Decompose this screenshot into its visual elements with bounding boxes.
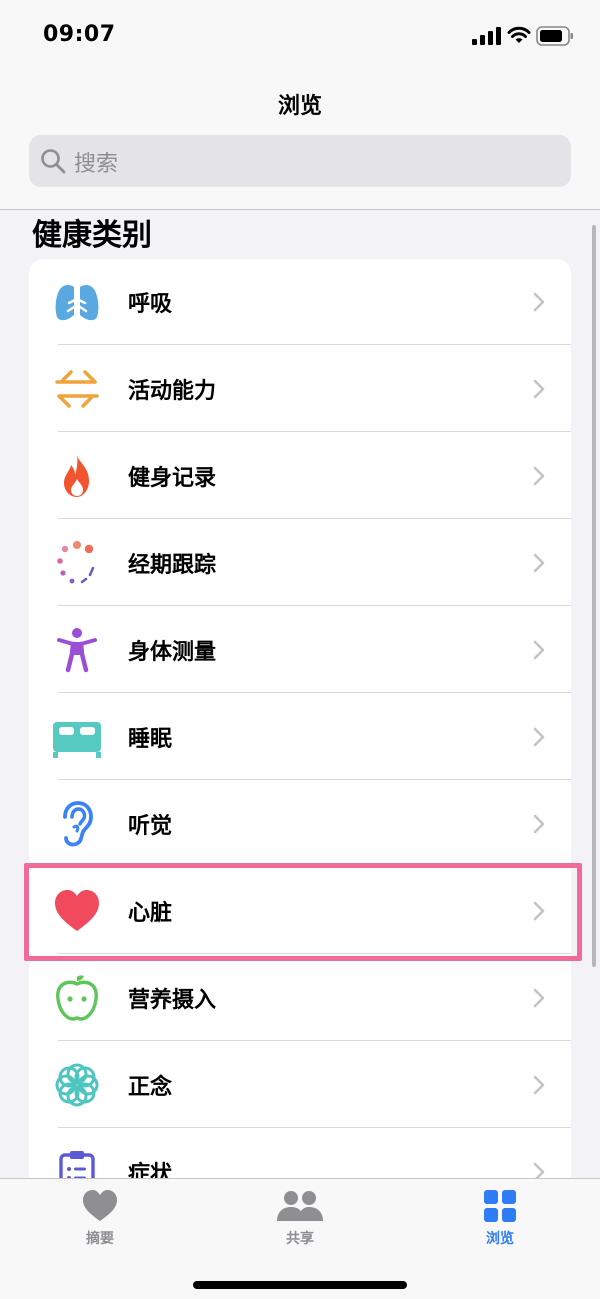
category-label: 正念 — [128, 1075, 173, 1100]
category-label: 听觉 — [128, 814, 173, 839]
category-row-workouts[interactable]: 健身记录 — [29, 433, 571, 519]
tab-summary[interactable]: 摘要 — [0, 1179, 200, 1259]
grid-icon — [484, 1190, 516, 1222]
category-label: 经期跟踪 — [128, 553, 217, 578]
tab-sharing[interactable]: 共享 — [200, 1179, 400, 1259]
category-row-cycle-tracking[interactable]: 经期跟踪 — [29, 520, 571, 606]
search-icon — [41, 149, 66, 174]
chevron-right-icon — [533, 379, 545, 399]
category-list: 呼吸 活动能力 健身记录 经期跟踪 身体测量 睡眠 听觉 心脏 营养摄入 正念 … — [29, 259, 571, 1219]
chevron-right-icon — [533, 1075, 545, 1095]
search-placeholder: 搜索 — [74, 152, 119, 177]
chevron-right-icon — [533, 553, 545, 573]
chevron-right-icon — [533, 292, 545, 312]
ear-icon — [63, 801, 93, 847]
row-separator — [58, 692, 571, 693]
apple-icon — [56, 975, 98, 1021]
category-row-body-measurements[interactable]: 身体测量 — [29, 607, 571, 693]
navigation-header: 浏览 搜索 — [0, 70, 600, 210]
category-label: 健身记录 — [128, 466, 217, 491]
category-row-nutrition[interactable]: 营养摄入 — [29, 955, 571, 1041]
body-figure-icon — [57, 628, 97, 673]
chevron-right-icon — [533, 814, 545, 834]
category-row-respiratory[interactable]: 呼吸 — [29, 259, 571, 345]
row-separator — [58, 605, 571, 606]
category-label: 呼吸 — [128, 292, 173, 317]
tab-label: 浏览 — [486, 1231, 514, 1247]
category-label: 身体测量 — [128, 640, 217, 665]
status-bar: 09:07 — [0, 0, 600, 70]
chevron-right-icon — [533, 727, 545, 747]
tab-bar: 摘要 共享 浏览 — [0, 1178, 600, 1299]
people-icon — [277, 1191, 323, 1221]
category-row-hearing[interactable]: 听觉 — [29, 781, 571, 867]
row-separator — [58, 518, 571, 519]
category-label: 活动能力 — [128, 379, 217, 404]
row-separator — [58, 779, 571, 780]
category-row-activity[interactable]: 活动能力 — [29, 346, 571, 432]
row-separator — [58, 431, 571, 432]
arrows-icon — [55, 370, 99, 408]
scroll-indicator[interactable] — [592, 225, 596, 967]
mindfulness-icon — [55, 1063, 99, 1107]
row-separator — [58, 1040, 571, 1041]
lungs-icon — [55, 281, 99, 321]
highlight-box — [24, 863, 582, 961]
tab-label: 共享 — [286, 1231, 314, 1247]
page-title: 浏览 — [277, 94, 322, 119]
row-separator — [58, 1127, 571, 1128]
category-row-sleep[interactable]: 睡眠 — [29, 694, 571, 780]
chevron-right-icon — [533, 640, 545, 660]
cellular-signal-icon — [472, 27, 501, 45]
heart-icon — [83, 1190, 117, 1221]
category-label: 营养摄入 — [128, 988, 217, 1013]
search-field[interactable]: 搜索 — [29, 135, 571, 187]
status-time: 09:07 — [43, 22, 116, 47]
chevron-right-icon — [533, 988, 545, 1008]
home-indicator[interactable] — [193, 1281, 407, 1289]
row-separator — [58, 344, 571, 345]
category-row-mindfulness[interactable]: 正念 — [29, 1042, 571, 1128]
section-title: 健康类别 — [32, 218, 152, 253]
battery-icon — [536, 26, 573, 46]
flame-icon — [64, 455, 89, 497]
category-label: 睡眠 — [128, 727, 173, 752]
cycle-icon — [57, 541, 95, 584]
tab-browse[interactable]: 浏览 — [400, 1179, 600, 1259]
bed-icon — [53, 722, 101, 758]
tab-label: 摘要 — [86, 1231, 114, 1247]
wifi-icon — [507, 26, 531, 43]
chevron-right-icon — [533, 466, 545, 486]
